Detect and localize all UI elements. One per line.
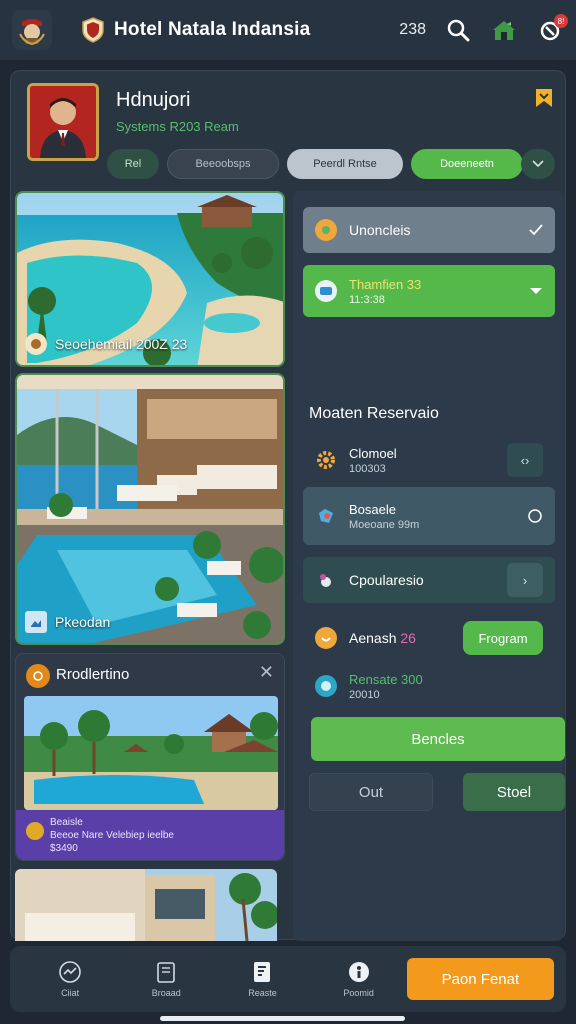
coconut-icon bbox=[25, 333, 47, 355]
building-icon bbox=[157, 962, 176, 983]
reservation-panel: Unoncleis Thamfien 33 11:3:38 Moaten Res… bbox=[293, 191, 565, 941]
list-item-clomoel[interactable]: Clomoel 100303 ‹› bbox=[303, 437, 555, 483]
filter-pill-4[interactable]: Doeeneetn bbox=[411, 149, 523, 179]
profile-name: Hdnujori bbox=[116, 89, 191, 111]
badge-icon bbox=[26, 664, 50, 688]
row-time: 11:3:38 bbox=[349, 293, 385, 306]
photo-suite[interactable]: Pkeodan bbox=[15, 373, 285, 645]
bottom-nav: Ciiat Broaad Reaste Poomid Paon Fenat bbox=[10, 946, 566, 1012]
nav-item-1[interactable]: Ciiat bbox=[22, 960, 118, 998]
sun-icon bbox=[315, 219, 337, 241]
document-icon bbox=[254, 962, 271, 982]
promo-price: $3490 bbox=[50, 843, 78, 854]
book-now-button[interactable]: Paon Fenat bbox=[406, 958, 554, 1000]
chevron-down-icon[interactable] bbox=[521, 149, 555, 179]
list-item-selected[interactable]: Thamfien 33 11:3:38 bbox=[303, 265, 555, 317]
section-title: Moaten Reservaio bbox=[309, 405, 439, 422]
row-label: Unoncleis bbox=[349, 222, 411, 238]
row-title: Bosaele bbox=[349, 501, 396, 517]
smile-icon bbox=[315, 627, 337, 649]
profile-header: Hdnujori Systems R203 Ream Rel Beeoobsps… bbox=[11, 71, 567, 191]
row-title: Clomoel bbox=[349, 445, 397, 461]
photo-caption-2: Pkeodan bbox=[25, 611, 110, 633]
photo-lagoon[interactable]: Seoehemiail 200Z 23 bbox=[15, 191, 285, 367]
app-title: Hotel Natala Indansia bbox=[114, 19, 311, 40]
gear-icon bbox=[315, 449, 337, 471]
filter-pill-2[interactable]: Beeoobsps bbox=[167, 149, 279, 179]
expand-button[interactable]: ‹› bbox=[507, 443, 543, 477]
search-icon[interactable] bbox=[444, 16, 472, 44]
main-card: Hdnujori Systems R203 Ream Rel Beeoobsps… bbox=[10, 70, 567, 941]
gem-icon bbox=[315, 569, 337, 591]
check-icon bbox=[529, 224, 543, 236]
emblem-icon[interactable] bbox=[12, 10, 52, 50]
nav-item-2[interactable]: Broaad bbox=[118, 960, 214, 998]
filter-pill-3[interactable]: Peerdl Rntse bbox=[287, 149, 403, 179]
image-icon bbox=[25, 611, 47, 633]
list-item-aenash[interactable]: Aenash 26 Frogram bbox=[303, 615, 555, 661]
row-code: 20010 bbox=[349, 688, 380, 701]
play-icon[interactable]: › bbox=[507, 563, 543, 597]
program-button[interactable]: Frogram bbox=[463, 621, 543, 655]
gauge-icon bbox=[59, 961, 81, 983]
promo-info-line1: Beaisle bbox=[50, 817, 83, 828]
nav-label: Broaad bbox=[151, 988, 181, 998]
row-code: 100303 bbox=[349, 462, 386, 475]
bookmark-icon[interactable] bbox=[533, 87, 555, 109]
nav-item-3[interactable]: Reaste bbox=[214, 960, 310, 998]
nav-label: Ciiat bbox=[61, 988, 80, 998]
out-button[interactable]: Out bbox=[309, 773, 433, 811]
nav-item-4[interactable]: Poomid bbox=[311, 960, 407, 998]
promo-image bbox=[24, 696, 278, 810]
notification-badge: 8! bbox=[554, 14, 568, 28]
row-value: 26 bbox=[400, 630, 416, 646]
row-title: Thamfien 33 bbox=[349, 276, 422, 292]
close-icon[interactable]: ✕ bbox=[259, 662, 274, 683]
row-label: Aenash bbox=[349, 630, 397, 646]
profile-subtitle: Systems R203 Ream bbox=[116, 119, 239, 134]
photo-caption-text: Seoehemiail 200Z 23 bbox=[55, 336, 188, 352]
list-item-unoncleis[interactable]: Unoncleis bbox=[303, 207, 555, 253]
nav-label: Reaste bbox=[248, 988, 277, 998]
info-icon bbox=[348, 962, 369, 982]
start-button[interactable]: Stoel bbox=[463, 773, 565, 811]
promo-info-icon bbox=[26, 822, 44, 840]
list-item-bosaele[interactable]: Bosaele Moeoane 99m bbox=[303, 487, 555, 545]
globe-icon bbox=[315, 675, 337, 697]
row-label: Cpoularesio bbox=[349, 572, 424, 588]
avatar[interactable] bbox=[27, 83, 99, 161]
photo-villa[interactable] bbox=[15, 869, 277, 941]
photo-caption: Seoehemiail 200Z 23 bbox=[25, 333, 187, 355]
home-indicator bbox=[160, 1016, 405, 1021]
promo-card[interactable]: Rrodlertino ✕ Beaisle Beeoe Nare Velebie… bbox=[15, 653, 285, 861]
count-text: 238 bbox=[399, 21, 426, 38]
promo-info: Beaisle Beeoe Nare Velebiep ieelbe $3490 bbox=[16, 810, 284, 860]
row-sub: Moeoane 99m bbox=[349, 518, 420, 531]
primary-button[interactable]: Bencles bbox=[311, 717, 565, 761]
photo-caption-text-2: Pkeodan bbox=[55, 614, 111, 630]
filter-pill-1[interactable]: Rel bbox=[107, 149, 159, 179]
radio-icon[interactable] bbox=[527, 508, 543, 524]
top-bar: Hotel Natala Indansia 238 8! bbox=[0, 0, 576, 60]
hotel-icon[interactable] bbox=[490, 16, 518, 44]
notification-icon[interactable]: 8! bbox=[536, 14, 568, 44]
row-title: Rensate 300 bbox=[349, 671, 423, 687]
list-item-rensate[interactable]: Rensate 300 20010 bbox=[303, 663, 555, 709]
card-icon bbox=[315, 280, 337, 302]
promo-info-line2: Beeoe Nare Velebiep ieelbe bbox=[50, 830, 174, 841]
shield-icon bbox=[82, 17, 104, 43]
puzzle-icon bbox=[315, 505, 337, 527]
nav-label: Poomid bbox=[343, 988, 374, 998]
list-item-cpoularesio[interactable]: Cpoularesio › bbox=[303, 557, 555, 603]
caret-down-icon[interactable] bbox=[529, 287, 543, 295]
promo-title: Rrodlertino bbox=[56, 666, 130, 683]
